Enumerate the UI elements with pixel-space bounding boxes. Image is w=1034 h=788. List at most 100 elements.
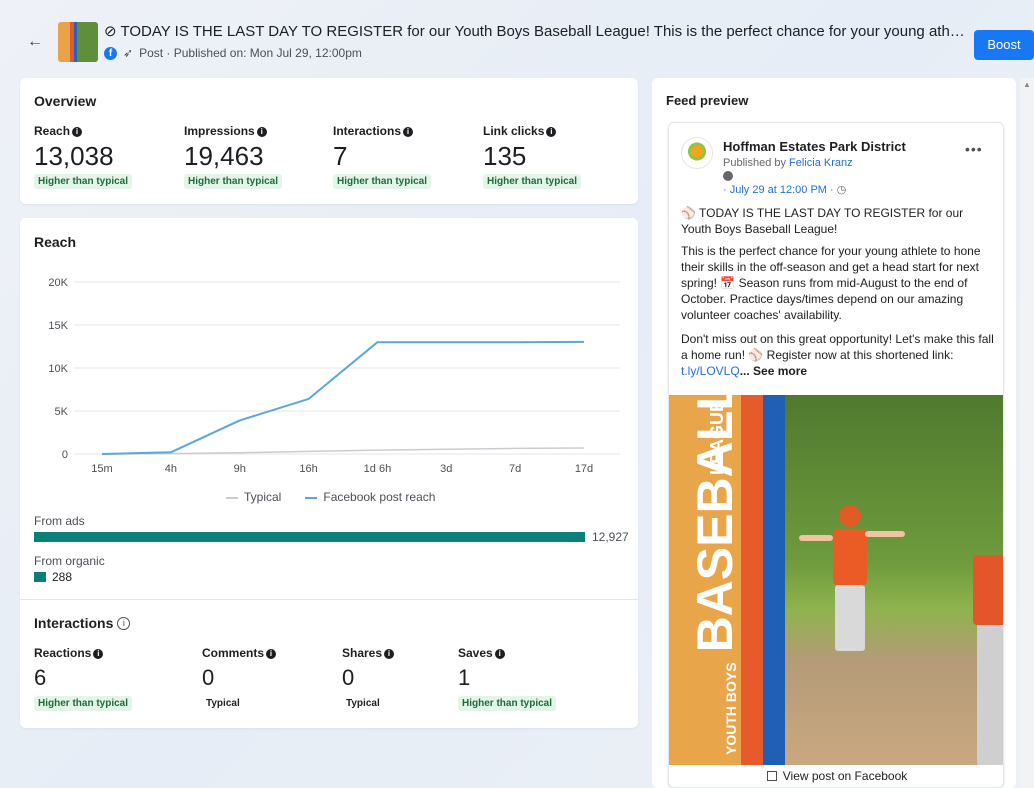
post-link[interactable]: t.ly/LOVLQ — [681, 364, 740, 378]
info-icon[interactable]: i — [546, 127, 557, 137]
feed-preview-title: Feed preview — [666, 93, 749, 108]
x-tick-label: 16h — [299, 463, 317, 475]
facebook-icon: f — [104, 46, 117, 60]
post-paragraph-1: ⚾ TODAY IS THE LAST DAY TO REGISTER for … — [681, 206, 964, 236]
image-stripe-orange — [741, 395, 763, 765]
post-paragraph-3-text: Don't miss out on this great opportunity… — [681, 332, 994, 362]
boost-button[interactable]: Boost — [974, 30, 1034, 60]
from-organic-bar — [34, 572, 46, 582]
info-icon[interactable]: i — [72, 127, 83, 137]
y-tick-label: 20K — [48, 277, 68, 289]
feed-preview-panel: Feed preview Hoffman Estates Park Distri… — [652, 78, 1016, 788]
x-tick-label: 3d — [440, 463, 452, 475]
post-date-text: · July 29 at 12:00 PM · — [723, 184, 834, 196]
post-image[interactable]: LEAGUE YOUTH BOYS BASEBALL — [669, 395, 1003, 765]
post-title: ⊘ TODAY IS THE LAST DAY TO REGISTER for … — [104, 23, 966, 40]
gear-icon[interactable] — [723, 171, 733, 181]
info-icon[interactable]: i — [384, 649, 395, 659]
post-paragraph-2: This is the perfect chance for your youn… — [681, 244, 981, 322]
info-icon[interactable]: i — [256, 127, 267, 137]
legend-swatch — [226, 496, 238, 499]
more-options-icon[interactable]: ••• — [965, 141, 983, 157]
info-icon[interactable]: i — [266, 649, 277, 659]
metric-comments: Comments i 0 Typical — [202, 646, 277, 711]
info-icon[interactable]: i — [494, 649, 505, 659]
post-subtitle: Post · Published on: Mon Jul 29, 12:00pm — [139, 46, 362, 60]
overview-title: Overview — [34, 93, 97, 109]
metric-value: 0 — [342, 665, 355, 690]
chart-legend: Typical Facebook post reach — [226, 490, 435, 504]
metric-reach: Reach i 13,038 Higher than typical — [34, 124, 133, 189]
y-tick-label: 15K — [48, 320, 68, 332]
from-ads-value: 12,927 — [592, 530, 629, 544]
metric-shares: Shares i 0 Typical — [342, 646, 395, 711]
metric-value: 1 — [458, 665, 471, 690]
globe-icon: ◷ — [833, 184, 847, 196]
post-header: ← ⊘ TODAY IS THE LAST DAY TO REGISTER fo… — [0, 0, 1034, 78]
scroll-up-icon[interactable]: ▲ — [1020, 80, 1034, 89]
metric-label: Interactions — [333, 124, 402, 138]
reach-title: Reach — [34, 234, 77, 250]
info-icon[interactable]: i — [403, 127, 414, 137]
post-preview: Hoffman Estates Park District Published … — [668, 122, 1004, 788]
status-badge: Typical — [206, 698, 240, 709]
legend-item-typical[interactable]: Typical — [226, 490, 281, 504]
image-text-big: BASEBALL — [687, 395, 743, 653]
status-badge: Higher than typical — [333, 174, 432, 189]
metric-label: Reach — [34, 124, 71, 138]
scrollbar[interactable]: ▲ — [1020, 78, 1034, 788]
legend-label: Typical — [244, 490, 282, 504]
y-tick-label: 0 — [62, 449, 68, 461]
x-tick-label: 4h — [165, 463, 177, 475]
image-photo — [785, 395, 1003, 765]
published-by-prefix: Published by — [723, 157, 790, 169]
see-more-link[interactable]: ... See more — [740, 364, 807, 378]
published-by-row: Published by Felicia Kranz — [723, 157, 853, 169]
divider — [20, 599, 638, 600]
publisher-link[interactable]: Felicia Kranz — [789, 157, 853, 169]
metric-label: Shares — [342, 646, 383, 660]
image-text-small: YOUTH BOYS — [723, 662, 739, 755]
status-badge: Higher than typical — [184, 174, 283, 189]
back-arrow-icon[interactable]: ← — [26, 33, 44, 51]
info-outline-icon[interactable]: i — [117, 616, 131, 630]
metric-saves: Saves i 1 Higher than typical — [458, 646, 557, 711]
image-stripe-blue — [763, 395, 785, 765]
series-line-post-reach[interactable] — [101, 340, 585, 455]
x-tick-label: 9h — [234, 463, 246, 475]
post-paragraph-3: Don't miss out on this great opportunity… — [681, 331, 995, 379]
legend-label: Facebook post reach — [323, 490, 436, 504]
status-badge: Typical — [346, 698, 380, 709]
overview-card: Overview Reach i 13,038 Higher than typic… — [20, 78, 638, 204]
metric-value: 135 — [483, 141, 527, 171]
metric-value: 19,463 — [184, 141, 264, 171]
view-on-facebook-link[interactable]: View post on Facebook — [783, 769, 908, 783]
status-badge: Higher than typical — [34, 174, 133, 189]
reach-card: Reach 0 5K 10K 15K 20K 15m 4h 9h 16h 1d 6h 3d 7d 17d… — [20, 218, 638, 728]
legend-item-post-reach[interactable]: Facebook post reach — [305, 490, 435, 504]
metric-label: Comments — [202, 646, 265, 660]
player-2 — [973, 535, 1003, 765]
status-badge: Higher than typical — [34, 696, 133, 711]
from-organic-label: From organic — [34, 554, 105, 568]
image-baseball-text: YOUTH BOYS BASEBALL — [687, 395, 743, 755]
view-on-facebook-row[interactable]: View post on Facebook — [669, 769, 1003, 783]
metric-value: 6 — [34, 665, 47, 690]
metric-reactions: Reactions i 6 Higher than typical — [34, 646, 133, 711]
reach-chart: 0 5K 10K 15K 20K 15m 4h 9h 16h 1d 6h 3d 7d 17d — [48, 277, 620, 475]
page-avatar[interactable] — [681, 137, 713, 169]
metric-value: 13,038 — [34, 141, 114, 171]
info-icon[interactable]: i — [93, 649, 104, 659]
page-name[interactable]: Hoffman Estates Park District — [723, 139, 906, 154]
metric-link-clicks: Link clicks i 135 Higher than typical — [483, 124, 582, 189]
y-tick-label: 10K — [48, 363, 68, 375]
y-tick-label: 5K — [55, 406, 69, 418]
external-link-icon — [766, 771, 777, 781]
post-date[interactable]: · July 29 at 12:00 PM · ◷ — [723, 183, 846, 196]
interactions-title: Interactions — [34, 615, 114, 631]
from-organic-value: 288 — [52, 570, 73, 584]
from-ads-bar — [34, 532, 585, 542]
metric-label: Saves — [458, 646, 493, 660]
from-ads-label: From ads — [34, 514, 85, 528]
metric-interactions: Interactions i 7 Higher than typical — [333, 124, 432, 189]
